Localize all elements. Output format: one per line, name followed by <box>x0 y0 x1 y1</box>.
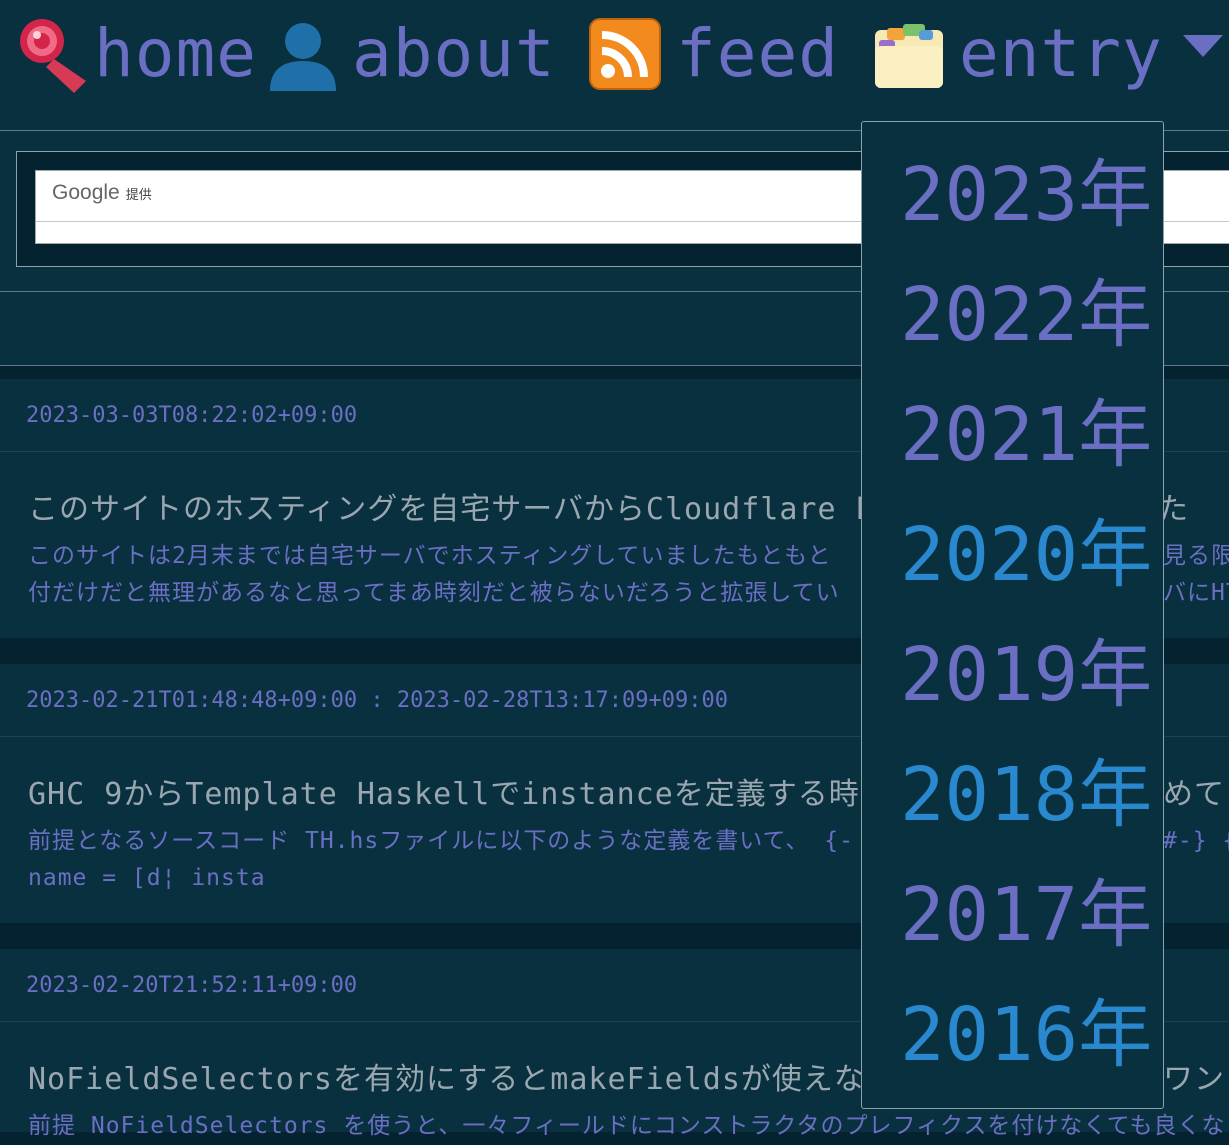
rss-icon <box>588 17 662 91</box>
excerpt-line: 前提となるソースコード TH.hsファイルに以下のような定義を書いて、 {- <box>28 828 854 854</box>
article-date: 2023-02-20T21:52:11+09:00 <box>26 972 358 998</box>
excerpt-line-tail: 見る限 <box>1163 543 1229 569</box>
entry-year-dropdown: 2023年 2022年 2021年 2020年 2019年 2018年 2017… <box>861 121 1164 1109</box>
nav-entry-label: entry <box>959 15 1163 92</box>
nav-home-label: home <box>94 15 257 92</box>
dropdown-year-2017[interactable]: 2017年 <box>900 875 1152 955</box>
article-date: 2023-03-03T08:22:02+09:00 <box>26 402 358 428</box>
dropdown-year-2018[interactable]: 2018年 <box>900 755 1152 835</box>
dropdown-year-2022[interactable]: 2022年 <box>900 275 1152 355</box>
dropdown-year-2023[interactable]: 2023年 <box>900 155 1152 235</box>
article-title: GHC 9からTemplate Haskellでinstanceを定義する時に相… <box>28 777 953 812</box>
excerpt-line-tail: #-} { <box>1163 828 1229 854</box>
home-logo-icon <box>16 15 94 93</box>
excerpt-line-tail: バにHTM <box>1163 580 1229 606</box>
dropdown-year-2021[interactable]: 2021年 <box>900 395 1152 475</box>
folder-icon <box>873 18 945 90</box>
dropdown-year-2020[interactable]: 2020年 <box>900 515 1152 595</box>
article-date: 2023-02-21T01:48:48+09:00 : 2023-02-28T1… <box>26 687 728 713</box>
caret-down-icon <box>1181 31 1225 61</box>
article-title: このサイトのホスティングを自宅サーバからCloudflare Pa <box>28 492 894 527</box>
nav-entry-dropdown-toggle[interactable]: entry <box>873 14 1225 94</box>
nav-feed-link[interactable]: feed <box>588 14 839 94</box>
article-title-tail: ワンド <box>1163 1062 1229 1097</box>
excerpt-line: このサイトは2月末までは自宅サーバでホスティングしていましたもともと <box>28 543 832 569</box>
excerpt-line: 前提 NoFieldSelectors を使うと、一々フィールドにコンストラクタ… <box>28 1113 1226 1139</box>
nav-about-label: about <box>352 15 556 92</box>
site-header: home about feed entry <box>0 0 1229 131</box>
excerpt-line: 付だけだと無理があるなと思ってまあ時刻だと被らないだろうと拡張してい <box>28 580 840 606</box>
article-title: NoFieldSelectorsを有効にするとmakeFieldsが使えなくな <box>28 1062 927 1097</box>
nav-about-link[interactable]: about <box>266 14 556 94</box>
excerpt-line: name = [d¦ insta <box>28 865 266 891</box>
nav-feed-label: feed <box>676 15 839 92</box>
dropdown-year-2016[interactable]: 2016年 <box>900 995 1152 1075</box>
nav-home-link[interactable]: home <box>16 14 257 94</box>
person-icon <box>266 17 340 91</box>
dropdown-year-2019[interactable]: 2019年 <box>900 635 1152 715</box>
article-title-tail: めて <box>1163 777 1225 812</box>
